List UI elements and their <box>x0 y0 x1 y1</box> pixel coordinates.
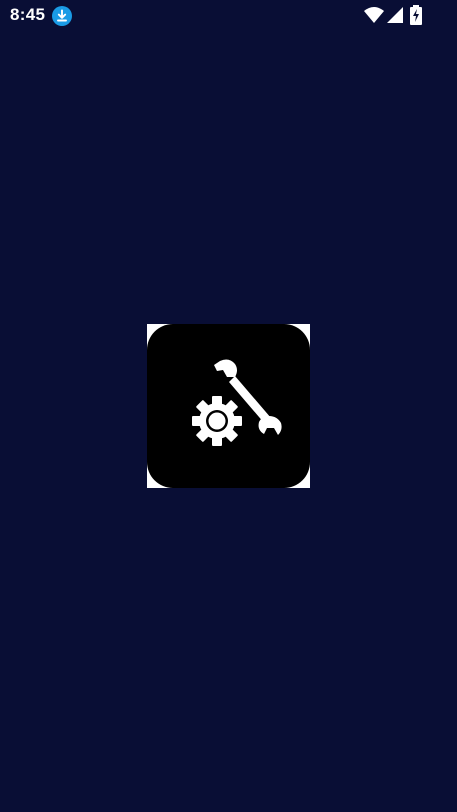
status-time: 8:45 <box>10 5 46 24</box>
download-icon <box>52 6 72 26</box>
battery-charging-icon <box>409 5 423 25</box>
gear-wrench-icon <box>192 359 282 446</box>
wifi-icon <box>364 6 384 24</box>
status-bar: 8:45 <box>0 0 457 32</box>
splash-screen: { "status_bar": { "time": "8:45", "icons… <box>0 0 457 812</box>
cellular-signal-icon <box>387 6 403 24</box>
app-logo <box>147 324 310 488</box>
gear-icon <box>192 396 242 446</box>
